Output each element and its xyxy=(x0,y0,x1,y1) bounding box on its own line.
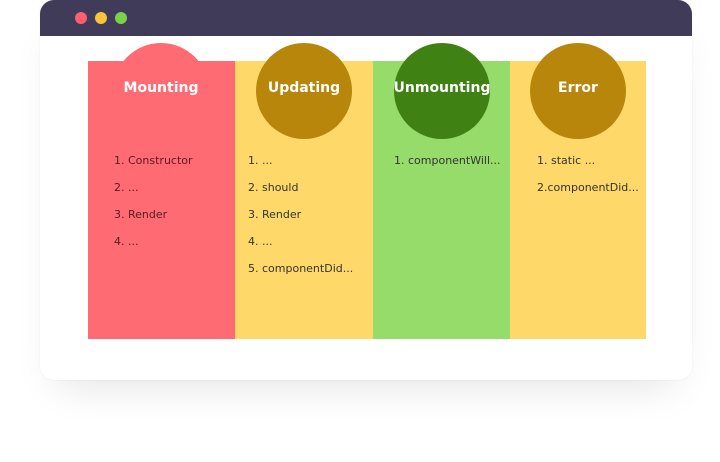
list-item: 2. ... xyxy=(114,181,139,194)
list-item: 4. ... xyxy=(248,235,273,248)
error-steps-list: 1. static ... 2.componentDid... xyxy=(537,152,639,206)
list-item: 2.componentDid... xyxy=(537,181,639,194)
list-item: 1. ... xyxy=(248,154,273,167)
phase-title-mounting: Mounting xyxy=(123,80,199,96)
updating-steps-list: 1. ... 2. should 3. Render 4. ... 5. com… xyxy=(248,152,353,287)
list-item: 2. should xyxy=(248,181,299,194)
maximize-window-icon[interactable] xyxy=(115,12,127,24)
list-item: 3. Render xyxy=(248,208,302,221)
phase-title-updating: Updating xyxy=(267,80,341,96)
unmounting-steps-list: 1. componentWill... xyxy=(394,152,501,179)
minimize-window-icon[interactable] xyxy=(95,12,107,24)
close-window-icon[interactable] xyxy=(75,12,87,24)
list-item: 1. componentWill... xyxy=(394,154,501,167)
list-item: 4. ... xyxy=(114,235,139,248)
list-item: 1. static ... xyxy=(537,154,596,167)
title-bar xyxy=(40,0,692,36)
mounting-steps-list: 1. Constructor 2. ... 3. Render 4. ... xyxy=(114,152,193,260)
list-item: 3. Render xyxy=(114,208,168,221)
phase-title-unmounting: Unmounting xyxy=(393,80,491,96)
phase-title-error: Error xyxy=(558,80,598,96)
list-item: 1. Constructor xyxy=(114,154,193,167)
list-item: 5. componentDid... xyxy=(248,262,354,275)
